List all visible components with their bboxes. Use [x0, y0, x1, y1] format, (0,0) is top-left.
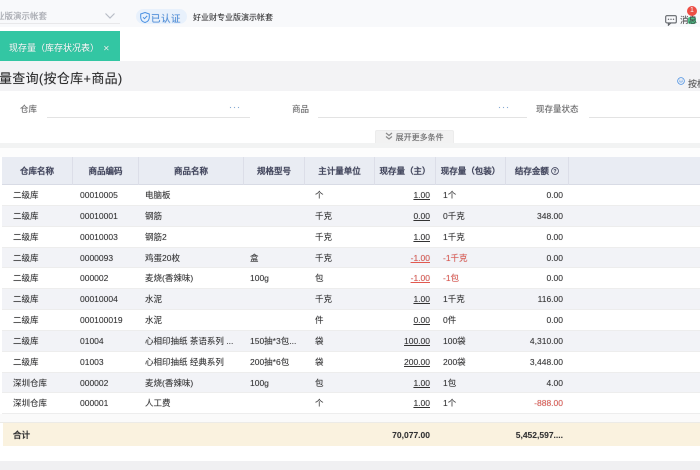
- svg-text:?: ?: [554, 169, 557, 175]
